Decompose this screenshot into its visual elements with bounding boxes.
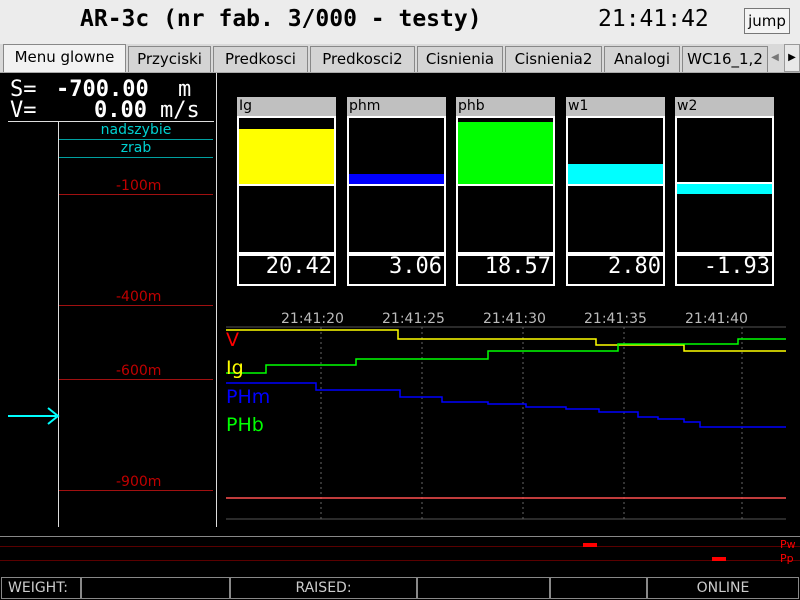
legend-ig: Ig [226, 357, 244, 379]
pp-track [0, 560, 800, 561]
trend-chart: 21:41:20 21:41:25 21:41:30 21:41:35 21:4… [226, 311, 786, 520]
tab-cisnienia[interactable]: Cisnienia [417, 46, 503, 72]
v-value: 0.00 [94, 98, 147, 123]
bar-header: w1 [566, 97, 665, 116]
tab-cisnienia2[interactable]: Cisnienia2 [505, 46, 602, 72]
level-line [59, 379, 213, 380]
bar-header: w2 [675, 97, 774, 116]
bar-fill [677, 184, 772, 194]
level-label: -100m [116, 178, 162, 194]
trend-line-phb [226, 338, 786, 374]
strip-divider [0, 536, 800, 537]
bar-gauge [347, 116, 446, 256]
tab-scroll-right-icon[interactable]: ▶ [784, 44, 800, 72]
legend-phm: PHm [226, 386, 271, 408]
tab-analogi[interactable]: Analogi [604, 46, 680, 72]
tab-bar: Menu glowne Przyciski Predkosci Predkosc… [0, 44, 800, 73]
level-line [59, 194, 213, 195]
time-label: 21:41:40 [685, 311, 748, 327]
bar-fill [239, 129, 334, 184]
panel-divider [216, 73, 217, 527]
bar-header: Ig [237, 97, 336, 116]
connection-status: ONLINE [647, 577, 799, 599]
bar-value: 18.57 [484, 254, 551, 279]
tab-predkosci[interactable]: Predkosci [213, 46, 308, 72]
weight-value [81, 577, 230, 599]
bar-value: 20.42 [265, 254, 332, 279]
bar-gauge [675, 116, 774, 256]
jump-button[interactable]: jump [744, 8, 790, 34]
cage-position-arrow-icon [8, 407, 60, 425]
pw-label: Pw [780, 538, 796, 551]
tab-wc16[interactable]: WC16_1,2 [682, 46, 768, 72]
tab-predkosci2[interactable]: Predkosci2 [310, 46, 415, 72]
bar-fill [568, 164, 663, 184]
trend-line-phm [226, 382, 786, 428]
pressure-strip: Pw Pp [0, 534, 800, 576]
bar-header: phm [347, 97, 446, 116]
time-label: 21:41:30 [483, 311, 546, 327]
level-line [59, 305, 213, 306]
bar-value: 3.06 [389, 254, 442, 279]
level-line [59, 490, 213, 491]
bar-gauge [456, 116, 555, 256]
zone-nadszybie: nadszybie [59, 122, 213, 140]
raised-label: RAISED: [230, 577, 417, 599]
pw-marker [583, 543, 597, 547]
tab-scroll-left-icon[interactable]: ◀ [768, 46, 782, 70]
pp-marker [712, 557, 726, 561]
bar-baseline [239, 184, 334, 186]
bar-baseline [458, 184, 553, 186]
bar-fill [349, 174, 444, 184]
trend-line-ig [226, 329, 786, 352]
bar-value: -1.93 [703, 254, 770, 279]
bar-gauge [566, 116, 665, 256]
time-label: 21:41:25 [382, 311, 445, 327]
app-title: AR-3c (nr fab. 3/000 - testy) [80, 6, 482, 32]
raised-value [417, 577, 550, 599]
pp-label: Pp [780, 552, 794, 565]
main-panel: S= -700.00 m V= 0.00 m/s nadszybie zrab … [0, 73, 800, 534]
tab-menu-glowne[interactable]: Menu glowne [3, 44, 126, 72]
bar-gauge [237, 116, 336, 256]
zone-zrab: zrab [59, 140, 213, 158]
bar-baseline [568, 184, 663, 186]
v-label: V= [10, 98, 37, 123]
bar-header: phb [456, 97, 555, 116]
v-unit: m/s [160, 98, 200, 123]
legend-phb: PHb [226, 414, 264, 436]
status-cell-empty [550, 577, 647, 599]
bar-value: 2.80 [608, 254, 661, 279]
bar-fill [458, 122, 553, 184]
shaft-wall [58, 122, 59, 527]
weight-label: WEIGHT: [1, 577, 81, 599]
level-label: -900m [116, 474, 162, 490]
legend-v: V [226, 329, 239, 351]
level-label: -400m [116, 289, 162, 305]
status-bar: WEIGHT: RAISED: ONLINE [0, 576, 800, 600]
clock: 21:41:42 [598, 6, 709, 32]
time-label: 21:41:35 [584, 311, 647, 327]
trend-gridlines [320, 327, 743, 519]
level-label: -600m [116, 363, 162, 379]
bar-baseline [349, 184, 444, 186]
title-bar: AR-3c (nr fab. 3/000 - testy) 21:41:42 j… [0, 0, 800, 44]
tab-przyciski[interactable]: Przyciski [128, 46, 211, 72]
bar-baseline [677, 182, 772, 184]
time-label: 21:41:20 [281, 311, 344, 327]
pw-track [0, 546, 800, 547]
